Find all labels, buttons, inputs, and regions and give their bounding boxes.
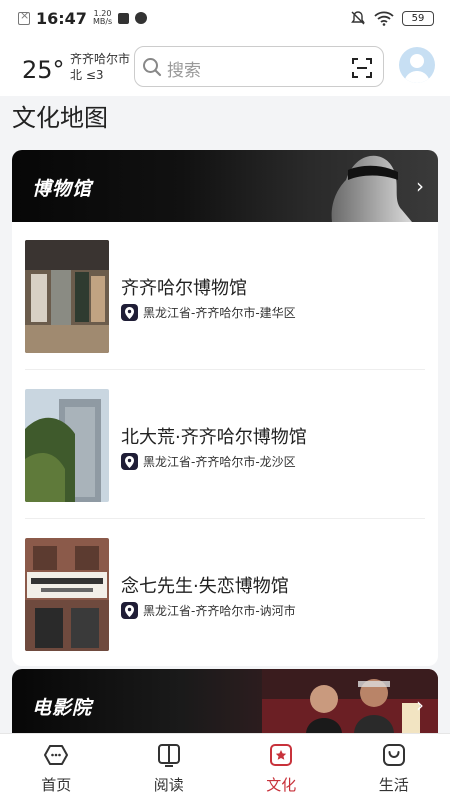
- app-notification-icon: [118, 12, 130, 24]
- avatar[interactable]: [399, 47, 435, 83]
- divider: [25, 518, 425, 519]
- weather-temperature[interactable]: 25°: [22, 56, 65, 84]
- museum-name: 北大荒·齐齐哈尔博物馆: [121, 427, 307, 448]
- location-text: 黑龙江省-齐齐哈尔市-龙沙区: [143, 455, 296, 469]
- cinema-section-header[interactable]: 电影院 ›: [12, 669, 438, 733]
- statue-image: [331, 155, 412, 222]
- museum-thumbnail: [25, 538, 109, 651]
- tab-culture[interactable]: 文化: [225, 734, 338, 800]
- home-icon: [44, 745, 69, 765]
- museum-section-header[interactable]: 博物馆 ›: [12, 150, 438, 222]
- app-notification-icon-2: [135, 12, 148, 24]
- location-text: 黑龙江省-齐齐哈尔市-讷河市: [143, 604, 296, 618]
- bottom-tab-bar: 首页 阅读 文化 生活: [0, 733, 450, 800]
- museum-name: 齐齐哈尔博物馆: [121, 278, 247, 299]
- museum-name: 念七先生·失恋博物馆: [121, 576, 289, 597]
- tab-read[interactable]: 阅读: [113, 734, 226, 800]
- tab-label: 文化: [266, 776, 297, 794]
- battery-indicator: 59: [402, 10, 434, 26]
- net-speed: 1.20 MB/s: [92, 9, 113, 26]
- top-header: 25° 齐齐哈尔市 北 ≤3 搜索: [0, 36, 450, 96]
- wind-info: 北 ≤3: [70, 68, 104, 82]
- page-title: 文化地图: [12, 104, 108, 132]
- search-icon: [143, 58, 162, 77]
- divider: [25, 369, 425, 370]
- museum-location: 黑龙江省-齐齐哈尔市-龙沙区: [121, 453, 296, 470]
- museum-list-item[interactable]: 念七先生·失恋博物馆 黑龙江省-齐齐哈尔市-讷河市: [25, 520, 425, 651]
- tab-life[interactable]: 生活: [338, 734, 450, 800]
- mute-bell-icon: [351, 11, 365, 25]
- city-name: 齐齐哈尔市: [70, 52, 131, 66]
- museum-card: 博物馆 › 齐齐哈尔博物馆 黑龙江省-齐齐哈尔市-建华区 北大荒·齐齐哈尔博物馆…: [12, 150, 438, 666]
- museum-list-item[interactable]: 北大荒·齐齐哈尔博物馆 黑龙江省-齐齐哈尔市-龙沙区: [25, 371, 425, 502]
- notification-x-icon: [18, 9, 30, 25]
- museum-location: 黑龙江省-齐齐哈尔市-讷河市: [121, 602, 296, 619]
- culture-star-icon: [270, 744, 293, 766]
- tab-label: 生活: [378, 776, 409, 794]
- museum-location: 黑龙江省-齐齐哈尔市-建华区: [121, 304, 296, 321]
- tab-home[interactable]: 首页: [0, 734, 113, 800]
- status-bar: 16:47 1.20MB/s 59: [0, 0, 450, 36]
- museum-section-title: 博物馆: [32, 178, 93, 200]
- cinema-section-title: 电影院: [32, 697, 93, 719]
- shopping-bag-icon: [382, 744, 405, 766]
- museum-thumbnail: [25, 240, 109, 353]
- cinema-image: [262, 669, 438, 733]
- weather-location[interactable]: 齐齐哈尔市 北 ≤3: [70, 51, 130, 83]
- tab-label: 阅读: [153, 776, 184, 794]
- location-pin-icon: [121, 453, 138, 470]
- search-placeholder: 搜索: [167, 61, 201, 81]
- location-pin-icon: [121, 304, 138, 321]
- location-pin-icon: [121, 602, 138, 619]
- wifi-icon: [374, 11, 394, 26]
- museum-list-item[interactable]: 齐齐哈尔博物馆 黑龙江省-齐齐哈尔市-建华区: [25, 222, 425, 353]
- search-bar[interactable]: 搜索: [134, 46, 384, 87]
- status-time: 16:47: [36, 8, 87, 28]
- user-avatar-icon: [404, 54, 430, 83]
- chevron-right-icon[interactable]: ›: [416, 693, 424, 717]
- tab-label: 首页: [41, 776, 72, 794]
- museum-thumbnail: [25, 389, 109, 502]
- scan-icon[interactable]: [351, 57, 373, 79]
- chevron-right-icon[interactable]: ›: [416, 174, 424, 198]
- location-text: 黑龙江省-齐齐哈尔市-建华区: [143, 306, 296, 320]
- book-icon: [157, 744, 180, 767]
